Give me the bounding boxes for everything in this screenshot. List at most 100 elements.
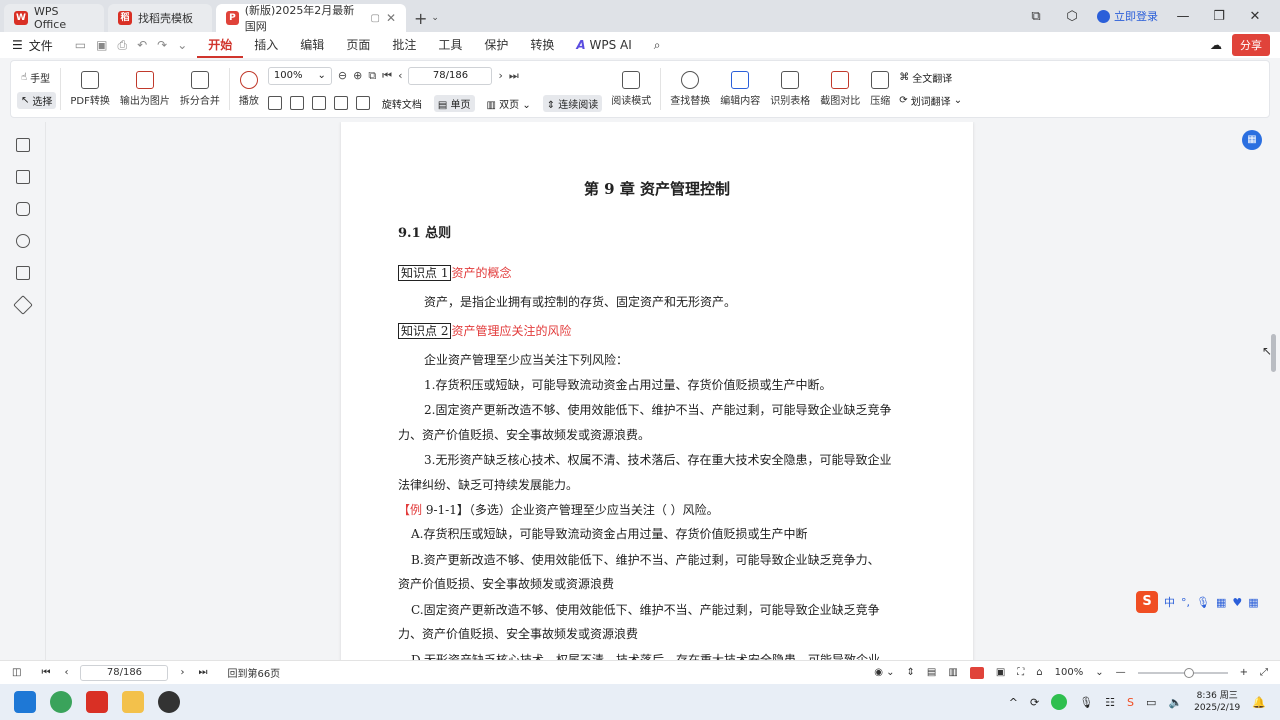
sogou-ime-icon[interactable]: S: [1136, 591, 1158, 613]
volume-icon[interactable]: 🔈: [1168, 696, 1182, 709]
zoom-out-icon[interactable]: —: [1116, 667, 1126, 678]
rotate-left-icon[interactable]: [333, 96, 348, 110]
attachment-icon[interactable]: [16, 234, 30, 248]
zoom-in-icon[interactable]: ⊕: [353, 69, 362, 82]
obs-icon[interactable]: [158, 691, 180, 713]
back-to-page-link[interactable]: 回到第66页: [227, 665, 280, 680]
network-icon[interactable]: ☷: [1105, 696, 1115, 709]
chevron-down-icon[interactable]: ⌄: [1095, 667, 1103, 678]
last-page-icon[interactable]: ⏭: [509, 69, 519, 83]
thumbnail-icon[interactable]: [16, 170, 30, 184]
menu-edit[interactable]: 编辑: [289, 32, 335, 58]
fit-page-icon[interactable]: ⧉: [368, 69, 376, 83]
zoom-select[interactable]: 100% ⌄: [267, 66, 332, 85]
first-page-icon[interactable]: ⏮: [382, 69, 392, 83]
monitor-icon[interactable]: ▭: [1146, 696, 1156, 709]
first-page-icon[interactable]: ⏮: [41, 667, 50, 678]
chevron-up-icon[interactable]: ^: [1009, 696, 1018, 709]
single-page-icon[interactable]: ▤: [927, 667, 936, 678]
system-clock[interactable]: 8:36 周三 2025/2/19: [1194, 690, 1240, 714]
floating-assistant-icon[interactable]: ▦: [1242, 130, 1262, 150]
double-page-button[interactable]: ▥ 双页 ⌄: [483, 95, 535, 112]
zoom-out-icon[interactable]: ⊖: [338, 69, 347, 82]
tab-wps-office[interactable]: W WPS Office: [4, 4, 104, 32]
tab-document[interactable]: P (新版)2025年2月最新国网 ▢ ✕: [216, 4, 406, 33]
share-button[interactable]: 分享: [1232, 34, 1270, 56]
pin-icon[interactable]: ▢: [370, 13, 379, 24]
double-page-icon[interactable]: ▥: [948, 667, 957, 678]
last-page-icon[interactable]: ⏭: [198, 667, 207, 678]
sogou-tray-icon[interactable]: S: [1127, 696, 1134, 709]
zoom-level[interactable]: 100%: [1055, 667, 1084, 678]
word-translate-button[interactable]: ⟳ 划词翻译 ⌄: [895, 92, 966, 109]
signature-icon[interactable]: [16, 266, 30, 280]
sidebar-toggle-icon[interactable]: ◫: [12, 667, 21, 678]
menu-convert[interactable]: 转换: [519, 32, 565, 58]
notification-bell-icon[interactable]: 🔔: [1252, 696, 1266, 709]
minimize-button[interactable]: —: [1172, 9, 1194, 24]
file-explorer-icon[interactable]: [122, 691, 144, 713]
play-icon[interactable]: [969, 666, 984, 679]
export-image-button[interactable]: 输出为图片: [115, 63, 175, 115]
microphone-icon[interactable]: 🎙: [1196, 596, 1210, 609]
single-page-button[interactable]: ▤ 单页: [433, 94, 475, 112]
edge-browser-icon[interactable]: [50, 691, 72, 713]
fullscreen-icon[interactable]: ⛶: [1017, 667, 1024, 678]
select-tool-button[interactable]: ↖ 选择: [17, 92, 57, 109]
tab-template[interactable]: 稻 找稻壳模板: [108, 4, 212, 32]
sync-icon[interactable]: ⟳: [1030, 696, 1039, 709]
cube-icon[interactable]: ⬡: [1061, 9, 1083, 24]
crop-compare-button[interactable]: 截图对比: [815, 63, 865, 115]
edit-content-button[interactable]: 编辑内容: [715, 63, 765, 115]
cloud-upload-icon[interactable]: ☁: [1210, 38, 1222, 52]
keyboard-icon[interactable]: ▦: [1216, 596, 1226, 609]
close-tab-icon[interactable]: ✕: [386, 11, 396, 25]
menu-tools[interactable]: 工具: [427, 32, 473, 58]
status-page-input[interactable]: 78/186: [80, 664, 169, 681]
find-replace-button[interactable]: 查找替换: [665, 63, 715, 115]
prev-page-icon[interactable]: ‹: [398, 69, 402, 82]
ime-chinese-mode[interactable]: 中: [1164, 594, 1175, 610]
close-window-button[interactable]: ✕: [1244, 9, 1266, 24]
stamp-icon[interactable]: ⌂: [1036, 667, 1042, 678]
window-layout-icon[interactable]: ⧉: [1025, 9, 1047, 24]
rotate-doc-button[interactable]: 旋转文档: [378, 95, 426, 112]
microphone-icon[interactable]: 🎙: [1079, 696, 1093, 709]
zoom-slider[interactable]: [1137, 667, 1228, 678]
fit-width-icon[interactable]: [311, 96, 326, 110]
wps-app-icon[interactable]: [86, 691, 108, 713]
menu-insert[interactable]: 插入: [243, 32, 289, 58]
eye-protect-icon[interactable]: ◉ ⌄: [874, 667, 894, 678]
read-mode-button[interactable]: 阅读模式: [606, 63, 656, 115]
prev-page-icon[interactable]: ‹: [64, 667, 68, 678]
save-icon[interactable]: ▣: [96, 38, 107, 53]
more-chevron-icon[interactable]: ⌄: [177, 38, 187, 53]
redo-icon[interactable]: ↷: [157, 38, 167, 53]
open-folder-icon[interactable]: ▭: [75, 38, 86, 53]
rotate-right-icon[interactable]: [355, 96, 370, 110]
next-page-icon[interactable]: ›: [180, 667, 184, 678]
vertical-scrollbar[interactable]: [1268, 122, 1280, 660]
comment-icon[interactable]: [16, 202, 30, 216]
read-mode-icon[interactable]: ▣: [996, 667, 1005, 678]
search-icon[interactable]: ⌕: [643, 32, 672, 58]
continuous-read-button[interactable]: ⇕ 连续阅读: [542, 94, 603, 112]
menu-page[interactable]: 页面: [335, 32, 381, 58]
crop-icon[interactable]: [289, 96, 304, 110]
split-merge-button[interactable]: 拆分合并: [175, 63, 225, 115]
continuous-icon[interactable]: ⇕: [907, 667, 915, 678]
windows-start-icon[interactable]: [14, 691, 36, 713]
login-button[interactable]: 立即登录: [1097, 8, 1158, 24]
new-tab-button[interactable]: + ⌄: [406, 4, 447, 32]
file-menu[interactable]: ☰ 文件: [0, 37, 65, 54]
wechat-icon[interactable]: [1051, 694, 1068, 710]
next-page-icon[interactable]: ›: [498, 69, 502, 82]
print-icon[interactable]: ⎙: [117, 38, 127, 53]
menu-home[interactable]: 开始: [197, 32, 244, 58]
menu-protect[interactable]: 保护: [473, 32, 519, 58]
recognize-table-button[interactable]: 识别表格: [765, 63, 815, 115]
bookmark-icon[interactable]: [16, 138, 30, 152]
compress-button[interactable]: 压缩: [865, 63, 895, 115]
undo-icon[interactable]: ↶: [137, 38, 147, 53]
skin-icon[interactable]: ♥: [1232, 596, 1242, 609]
